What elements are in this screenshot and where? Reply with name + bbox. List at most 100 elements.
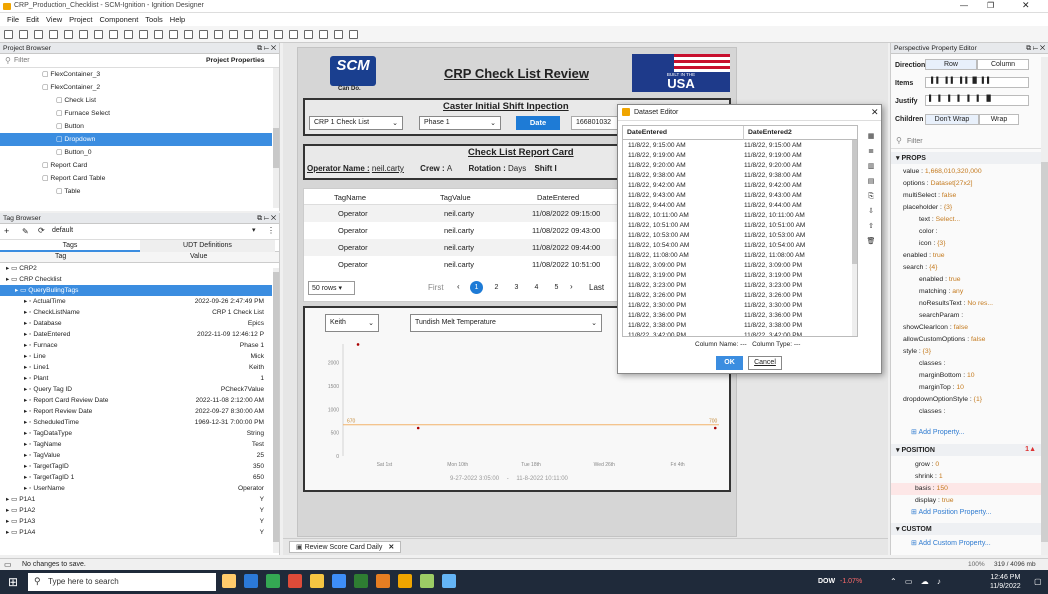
- dataset-cell[interactable]: 11/8/22, 10:54:00 AM: [623, 240, 739, 250]
- position-row[interactable]: display : true: [891, 495, 1041, 507]
- dataset-row[interactable]: 11/8/22, 9:38:00 AM 11/8/22, 9:38:00 AM: [623, 170, 857, 180]
- tag-row[interactable]: ▸ ◦ CheckListName CRP 1 Check List: [0, 307, 272, 318]
- page-3[interactable]: 3: [510, 281, 523, 294]
- dataset-row[interactable]: 11/8/22, 3:30:00 PM 11/8/22, 3:30:00 PM: [623, 300, 857, 310]
- close-icon[interactable]: ✕: [871, 107, 879, 118]
- toolbar-tool-icon[interactable]: [124, 30, 133, 39]
- property-value[interactable]: 10: [956, 384, 964, 391]
- dataset-cell[interactable]: 11/8/22, 9:15:00 AM: [739, 140, 857, 150]
- justify-buttons[interactable]: ▌▐ ▌▐ ▌▐ █: [925, 95, 1029, 106]
- dataset-cell[interactable]: 11/8/22, 9:15:00 AM: [623, 140, 739, 150]
- refresh-icon[interactable]: ⟳: [38, 226, 45, 235]
- dataset-cell[interactable]: 11/8/22, 10:51:00 AM: [623, 220, 739, 230]
- property-row[interactable]: classes :: [891, 406, 1041, 418]
- property-value[interactable]: {3}: [923, 348, 931, 355]
- project-properties-link[interactable]: Project Properties: [206, 57, 265, 64]
- menu-project[interactable]: Project: [69, 15, 92, 24]
- taskbar-app-icon[interactable]: [310, 574, 324, 588]
- property-row[interactable]: searchParam :: [891, 310, 1041, 322]
- toolbar-tool-icon[interactable]: [34, 30, 43, 39]
- taskbar-search[interactable]: ⚲ Type here to search: [28, 573, 216, 591]
- property-value[interactable]: 1,668,010,320,000: [925, 168, 982, 175]
- dataset-col-0[interactable]: DateEntered: [627, 129, 667, 136]
- tag-provider-select[interactable]: default: [52, 227, 73, 234]
- direction-column-button[interactable]: Column: [977, 59, 1029, 70]
- dataset-cell[interactable]: 11/8/22, 3:36:00 PM: [623, 310, 739, 320]
- property-row[interactable]: value : 1,668,010,320,000: [891, 166, 1041, 178]
- tag-row[interactable]: ▸ ▭ CRP Checklist: [0, 274, 272, 285]
- dataset-row[interactable]: 11/8/22, 10:53:00 AM 11/8/22, 10:53:00 AM: [623, 230, 857, 240]
- tray-icons[interactable]: ⌃ ▭ ☁ ♪: [890, 577, 944, 586]
- dataset-cell[interactable]: 11/8/22, 10:54:00 AM: [739, 240, 857, 250]
- dataset-row[interactable]: 11/8/22, 9:44:00 AM 11/8/22, 9:44:00 AM: [623, 200, 857, 210]
- tag-row[interactable]: ▸ ◦ TargetTagID 350: [0, 461, 272, 472]
- property-value[interactable]: false: [942, 192, 956, 199]
- tag-row[interactable]: ▸ ◦ Plant 1: [0, 373, 272, 384]
- tag-row[interactable]: ▸ ◦ UserName Operator: [0, 483, 272, 494]
- tag-row[interactable]: ▸ ◦ TagName Test: [0, 439, 272, 450]
- tab-review-score-card-daily[interactable]: ▣ Review Score Card Daily ✕: [289, 541, 402, 553]
- toolbar-tool-icon[interactable]: [154, 30, 163, 39]
- taskbar-app-icon[interactable]: [332, 574, 346, 588]
- toolbar-tool-icon[interactable]: [79, 30, 88, 39]
- cancel-button[interactable]: Cancel: [748, 356, 782, 370]
- property-row[interactable]: search : {4}: [891, 262, 1041, 274]
- property-scrollbar[interactable]: [1041, 57, 1048, 555]
- close-tab-icon[interactable]: ✕: [388, 544, 394, 551]
- dataset-row[interactable]: 11/8/22, 9:42:00 AM 11/8/22, 9:42:00 AM: [623, 180, 857, 190]
- dataset-cell[interactable]: 11/8/22, 9:19:00 AM: [739, 150, 857, 160]
- dataset-cell[interactable]: 11/8/22, 9:44:00 AM: [623, 200, 739, 210]
- property-value[interactable]: false: [971, 336, 985, 343]
- project-filter-input[interactable]: [14, 55, 194, 66]
- tag-row[interactable]: ▸ ▭ CRP2: [0, 263, 272, 274]
- taskbar-app-icon[interactable]: [222, 574, 236, 588]
- property-value[interactable]: false: [954, 324, 968, 331]
- tag-row[interactable]: ▸ ◦ TagDataType String: [0, 428, 272, 439]
- tab-udt-definitions[interactable]: UDT Definitions: [140, 240, 275, 252]
- project-tree-item[interactable]: ▢ Dropdown: [0, 133, 272, 146]
- dataset-cell[interactable]: 11/8/22, 3:36:00 PM: [739, 310, 857, 320]
- wrap-button[interactable]: Wrap: [979, 114, 1019, 125]
- tag-dropdown[interactable]: Tundish Melt Temperature ⌄: [410, 314, 602, 332]
- table-icon[interactable]: ▦: [864, 129, 878, 144]
- taskbar-app-icon[interactable]: [244, 574, 258, 588]
- tag-row[interactable]: ▸ ◦ Query Tag ID PCheck7Value: [0, 384, 272, 395]
- add-property-link[interactable]: ⊞ Add Property...: [911, 428, 965, 436]
- project-scrollbar[interactable]: [273, 68, 279, 208]
- project-tree-item[interactable]: ▢ Button: [0, 120, 272, 133]
- menu-component[interactable]: Component: [100, 15, 139, 24]
- dataset-cell[interactable]: 11/8/22, 9:20:00 AM: [739, 160, 857, 170]
- dataset-cell[interactable]: 11/8/22, 9:38:00 AM: [739, 170, 857, 180]
- dataset-cell[interactable]: 11/8/22, 10:11:00 AM: [623, 210, 739, 220]
- menu-tools[interactable]: Tools: [145, 15, 163, 24]
- property-value[interactable]: No res...: [967, 300, 993, 307]
- toolbar-tool-icon[interactable]: [304, 30, 313, 39]
- toolbar-tool-icon[interactable]: [109, 30, 118, 39]
- toolbar-tool-icon[interactable]: [214, 30, 223, 39]
- project-tree-item[interactable]: ▢ Report Card: [0, 159, 272, 172]
- dataset-cell[interactable]: 11/8/22, 3:23:00 PM: [623, 280, 739, 290]
- dataset-row[interactable]: 11/8/22, 3:42:00 PM 11/8/22, 3:42:00 PM: [623, 330, 857, 337]
- menu-help[interactable]: Help: [170, 15, 185, 24]
- export-icon[interactable]: ⇩: [864, 204, 878, 219]
- dataset-row[interactable]: 11/8/22, 9:43:00 AM 11/8/22, 9:43:00 AM: [623, 190, 857, 200]
- tag-row[interactable]: ▸ ◦ Furnace Phase 1: [0, 340, 272, 351]
- property-row[interactable]: multiSelect : false: [891, 190, 1041, 202]
- page-2[interactable]: 2: [490, 281, 503, 294]
- dataset-row[interactable]: 11/8/22, 10:11:00 AM 11/8/22, 10:11:00 AM: [623, 210, 857, 220]
- dataset-cell[interactable]: 11/8/22, 3:42:00 PM: [623, 330, 739, 337]
- dataset-row[interactable]: 11/8/22, 9:20:00 AM 11/8/22, 9:20:00 AM: [623, 160, 857, 170]
- dataset-cell[interactable]: 11/8/22, 3:09:00 PM: [623, 260, 739, 270]
- add-icon[interactable]: +: [4, 226, 9, 236]
- taskbar-app-icon[interactable]: [266, 574, 280, 588]
- dataset-row[interactable]: 11/8/22, 10:54:00 AM 11/8/22, 10:54:00 AM: [623, 240, 857, 250]
- menu-file[interactable]: File: [7, 15, 19, 24]
- tag-scrollbar[interactable]: [273, 268, 279, 553]
- property-row[interactable]: color :: [891, 226, 1041, 238]
- tag-row[interactable]: ▸ ◦ TagValue 25: [0, 450, 272, 461]
- dataset-cell[interactable]: 11/8/22, 11:08:00 AM: [739, 250, 857, 260]
- project-tree-item[interactable]: ▢ Report Card Table: [0, 172, 272, 185]
- direction-row-button[interactable]: Row: [925, 59, 977, 70]
- taskbar-app-icon[interactable]: [420, 574, 434, 588]
- toolbar-tool-icon[interactable]: [334, 30, 343, 39]
